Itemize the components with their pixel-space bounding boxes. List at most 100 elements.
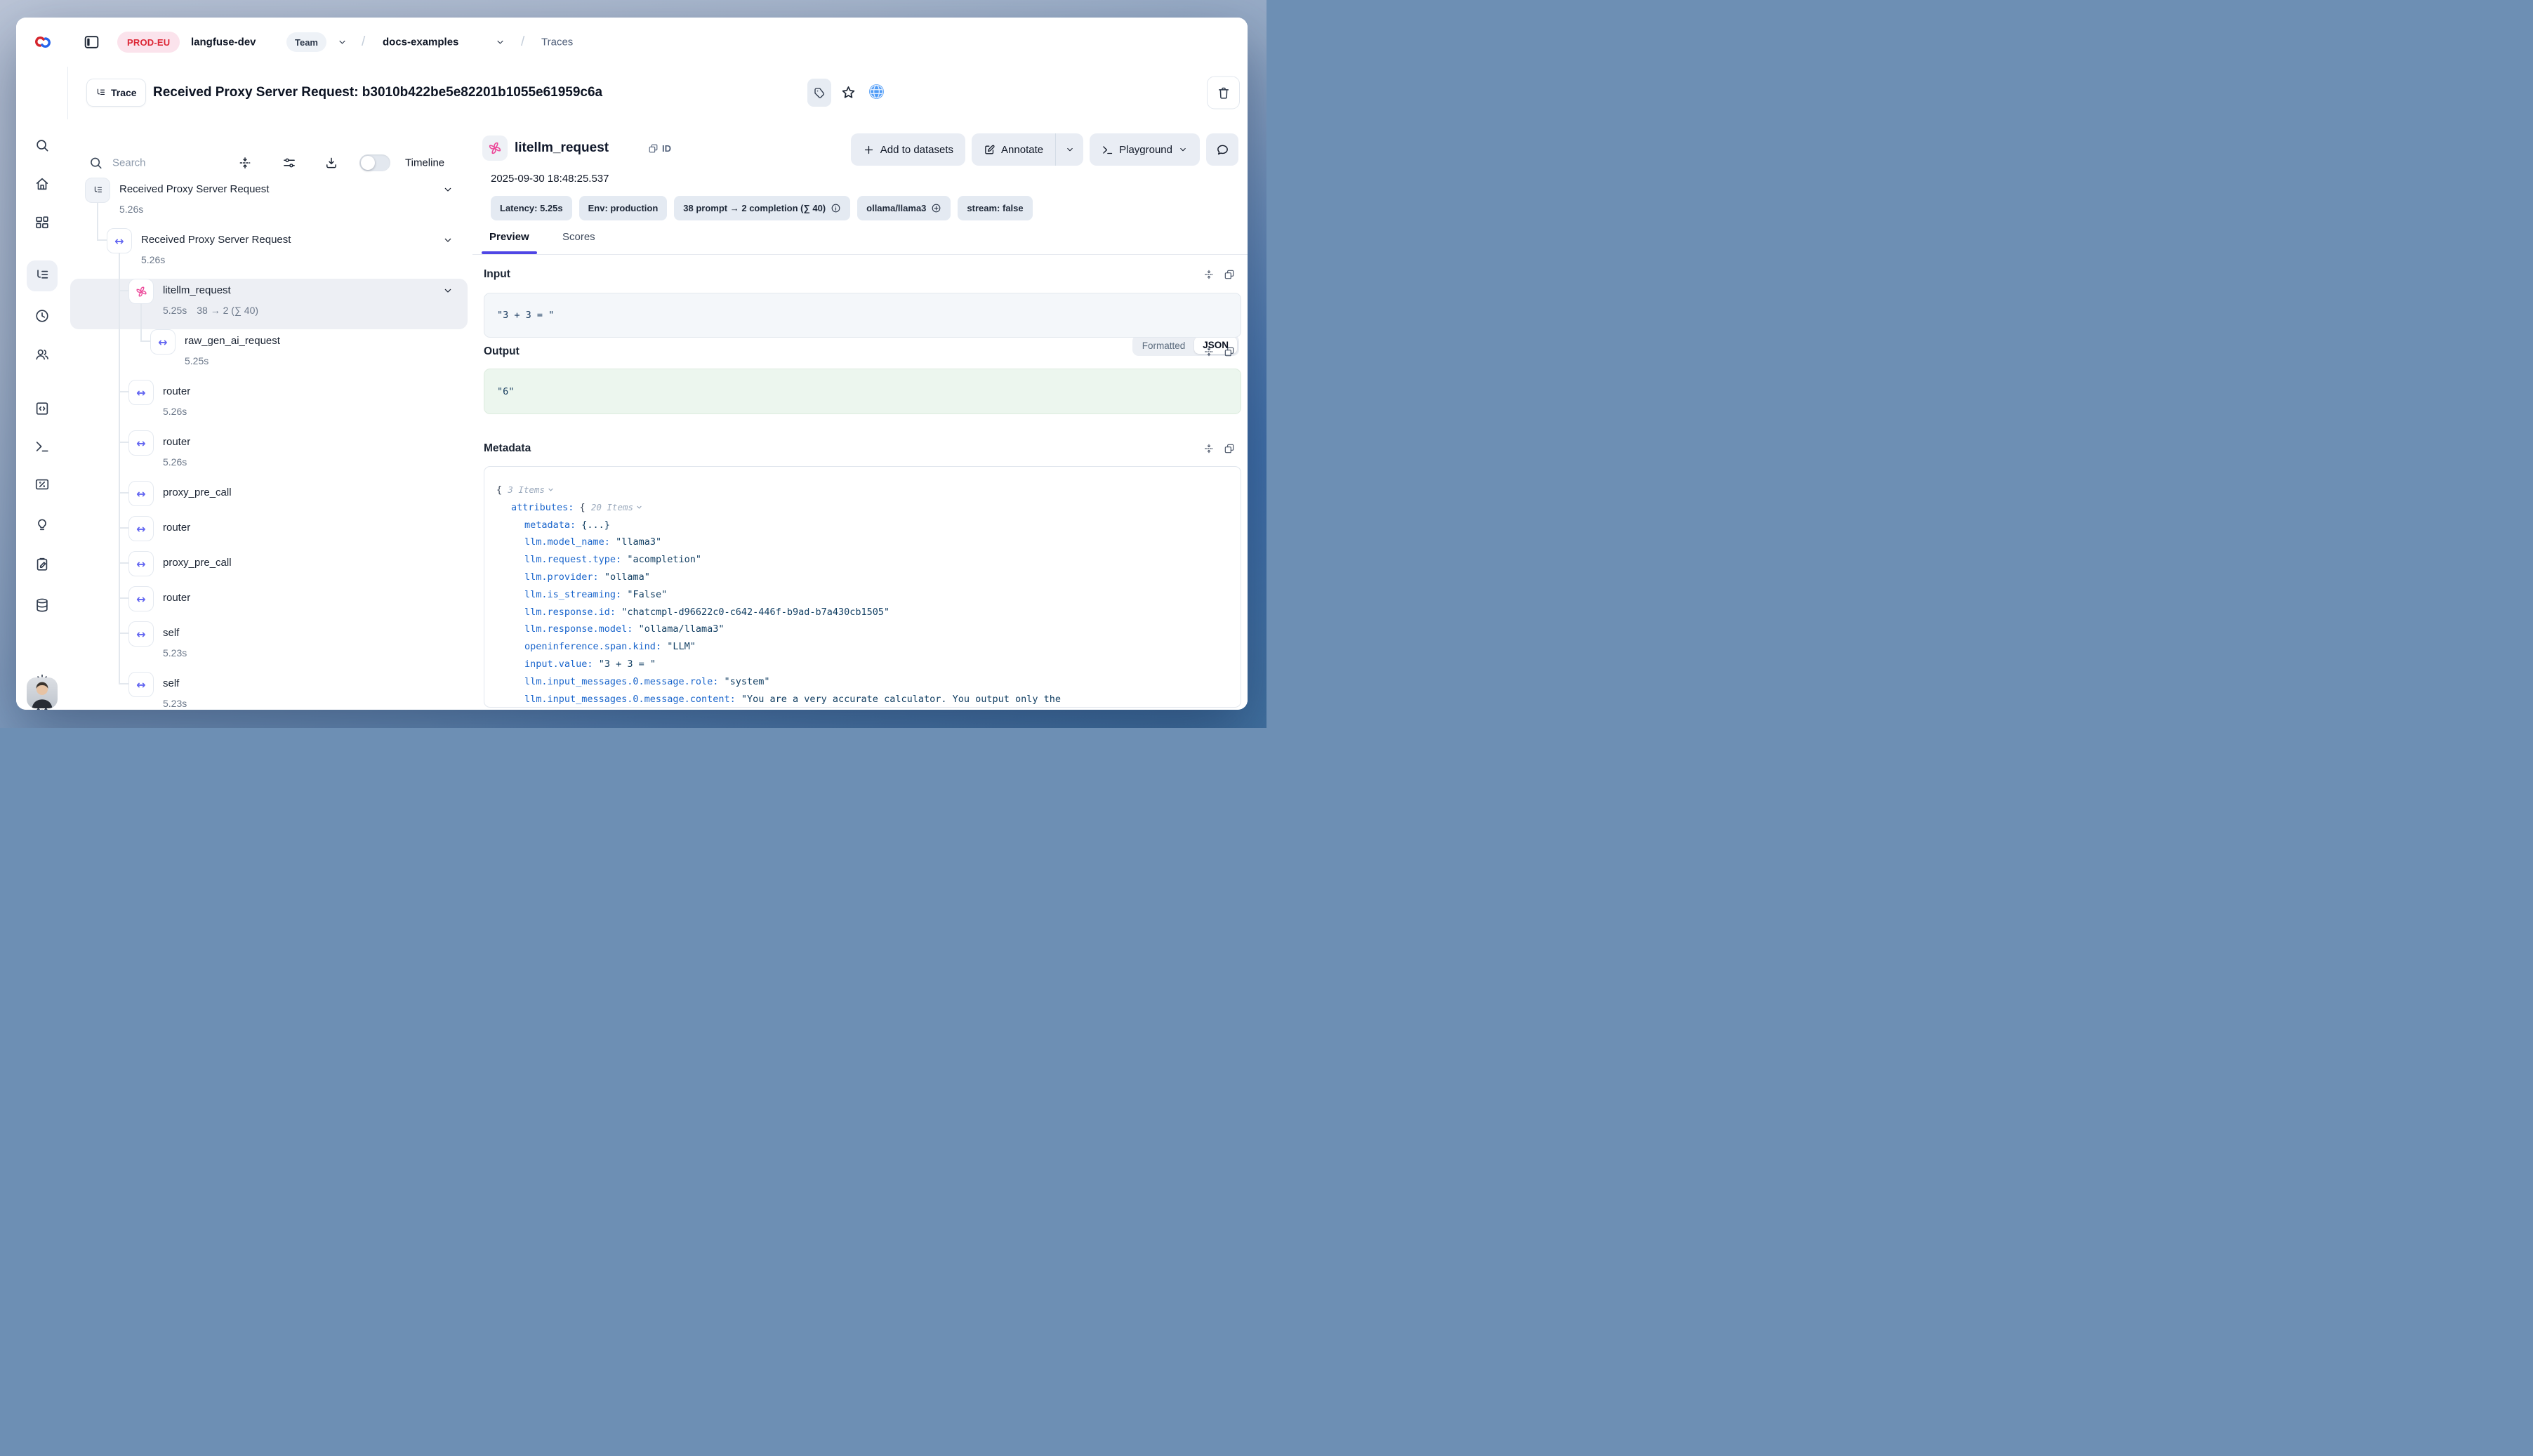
json-line: openinference.span.kind: "LLM" [496, 638, 1235, 656]
tree-row-router[interactable]: ↔router [70, 516, 468, 551]
sidebar-item-sessions[interactable] [28, 302, 56, 330]
tree-row-self[interactable]: ↔self5.23s [70, 672, 468, 710]
sidebar-item-search[interactable] [28, 131, 56, 159]
bookmark-star-button[interactable] [840, 85, 857, 101]
info-icon[interactable] [831, 203, 841, 213]
row-chevron-down-icon[interactable] [442, 234, 454, 246]
delete-trace-button[interactable] [1207, 77, 1240, 110]
tree-row-duration: 5.23s [163, 644, 187, 661]
comments-button[interactable] [1206, 133, 1238, 166]
tree-row-received-proxy-server-request[interactable]: ↔Received Proxy Server Request5.26s [70, 228, 468, 279]
tree-row-router[interactable]: ↔router5.26s [70, 430, 468, 481]
toggle-formatted[interactable]: Formatted [1135, 340, 1193, 351]
trace-title: Received Proxy Server Request: b3010b422… [153, 85, 602, 100]
trace-tree-icon [95, 88, 106, 98]
json-line: attributes: { 20 Items [496, 499, 1235, 517]
tree-row-proxy-pre-call[interactable]: ↔proxy_pre_call [70, 481, 468, 516]
sidebar-item-evaluators[interactable] [28, 510, 56, 538]
observation-badge: Latency: 5.25s [491, 196, 572, 220]
project-name[interactable]: docs-examples [383, 37, 458, 48]
tab-scores[interactable]: Scores [562, 226, 595, 253]
tree-settings-icon[interactable] [282, 156, 296, 170]
annotate-dropdown-chevron[interactable] [1055, 133, 1083, 166]
sidebar-item-prompts[interactable] [28, 395, 56, 423]
tree-row-duration: 5.25s [185, 352, 209, 369]
sidebar-item-annotation-queues[interactable] [28, 550, 56, 578]
json-collapse-toggle[interactable]: 20 Items [591, 502, 643, 512]
span-icon: ↔ [128, 380, 154, 405]
trace-title-bar: Trace Received Proxy Server Request: b30… [67, 67, 1248, 120]
sidebar-item-dashboards[interactable] [28, 209, 56, 237]
collapse-all-icon[interactable] [238, 156, 252, 170]
collapse-section-icon[interactable] [1203, 269, 1215, 280]
sidebar-toggle-button[interactable] [83, 34, 100, 51]
observation-badge: Env: production [579, 196, 668, 220]
tree-row-label: self [163, 621, 179, 645]
collapse-section-icon[interactable] [1203, 346, 1215, 357]
metadata-section-label: Metadata [484, 442, 531, 455]
environment-badge: PROD-EU [117, 32, 180, 53]
tree-row-proxy-pre-call[interactable]: ↔proxy_pre_call [70, 551, 468, 586]
annotate-button[interactable]: Annotate [972, 133, 1055, 166]
plus-icon [863, 144, 875, 156]
copy-icon[interactable] [1224, 269, 1235, 280]
public-share-button[interactable] [868, 83, 885, 102]
tree-row-router[interactable]: ↔router [70, 586, 468, 621]
observation-badges: Latency: 5.25sEnv: production38 prompt →… [491, 196, 1033, 220]
timeline-toggle-label: Timeline [405, 157, 444, 169]
tree-row-label: raw_gen_ai_request [185, 329, 280, 353]
tree-row-duration: 5.26s [163, 403, 187, 420]
tree-connector [119, 253, 120, 683]
langfuse-logo-icon [34, 33, 52, 51]
tree-row-received-proxy-server-request[interactable]: Received Proxy Server Request5.26s [70, 178, 468, 228]
project-chevron-down-icon[interactable] [495, 37, 505, 48]
plus-circle-icon[interactable] [931, 203, 941, 213]
collapse-section-icon[interactable] [1203, 443, 1215, 454]
sidebar-item-datasets[interactable] [28, 591, 56, 619]
row-chevron-down-icon[interactable] [442, 184, 454, 195]
sidebar-item-scores[interactable] [28, 470, 56, 498]
json-collapse-toggle[interactable]: 3 Items [508, 484, 555, 495]
json-line: llm.response.model: "ollama/llama3" [496, 621, 1235, 638]
tree-row-label: router [163, 430, 190, 454]
copy-icon[interactable] [1224, 346, 1235, 357]
row-chevron-down-icon[interactable] [442, 285, 454, 296]
download-icon[interactable] [324, 156, 338, 170]
sidebar-item-users[interactable] [28, 340, 56, 369]
organization-chevron-down-icon[interactable] [337, 37, 348, 48]
tree-connector [140, 340, 150, 342]
span-icon: ↔ [128, 621, 154, 647]
copy-id-button[interactable]: ID [644, 135, 675, 161]
tree-row-self[interactable]: ↔ self5.23s [70, 621, 468, 672]
breadcrumb-section[interactable]: Traces [541, 37, 573, 48]
organization-name[interactable]: langfuse-dev [191, 37, 256, 48]
comment-bubble-icon [1216, 143, 1229, 157]
tree-row-litellm-request[interactable]: litellm_request5.25s38 → 2 (∑ 40) [70, 279, 468, 329]
copy-icon[interactable] [1224, 443, 1235, 454]
tree-search-input[interactable]: Search [112, 157, 146, 169]
tree-row-raw-gen-ai-request[interactable]: ↔raw_gen_ai_request5.25s [70, 329, 468, 380]
user-avatar[interactable] [27, 677, 58, 708]
json-line: llm.input_messages.0.message.content: "Y… [496, 691, 1235, 708]
tab-preview[interactable]: Preview [489, 226, 529, 253]
span-icon: ↔ [128, 430, 154, 456]
observation-detail-panel: litellm_request ID Add to datasets [472, 119, 1248, 710]
tree-row-label: proxy_pre_call [163, 551, 232, 575]
output-content: "6" [484, 369, 1241, 414]
timeline-toggle[interactable] [359, 154, 390, 171]
tree-row-router[interactable]: ↔router5.26s [70, 380, 468, 430]
playground-button[interactable]: Playground [1090, 133, 1200, 166]
sidebar-item-traces[interactable] [27, 260, 58, 291]
output-section-label: Output [484, 345, 520, 358]
tree-connector [119, 527, 128, 529]
terminal-icon [1102, 144, 1113, 156]
input-section-icons [1203, 269, 1235, 280]
sidebar-item-playground[interactable] [28, 432, 56, 461]
detail-tabs: Preview Scores Formatted JSON [472, 226, 1248, 255]
star-icon [840, 85, 857, 101]
tag-button[interactable] [807, 79, 831, 107]
add-to-datasets-button[interactable]: Add to datasets [851, 133, 965, 166]
sidebar-item-home[interactable] [28, 170, 56, 198]
trace-type-badge: Trace [86, 79, 146, 107]
tree-row-duration: 5.23s [163, 695, 187, 710]
